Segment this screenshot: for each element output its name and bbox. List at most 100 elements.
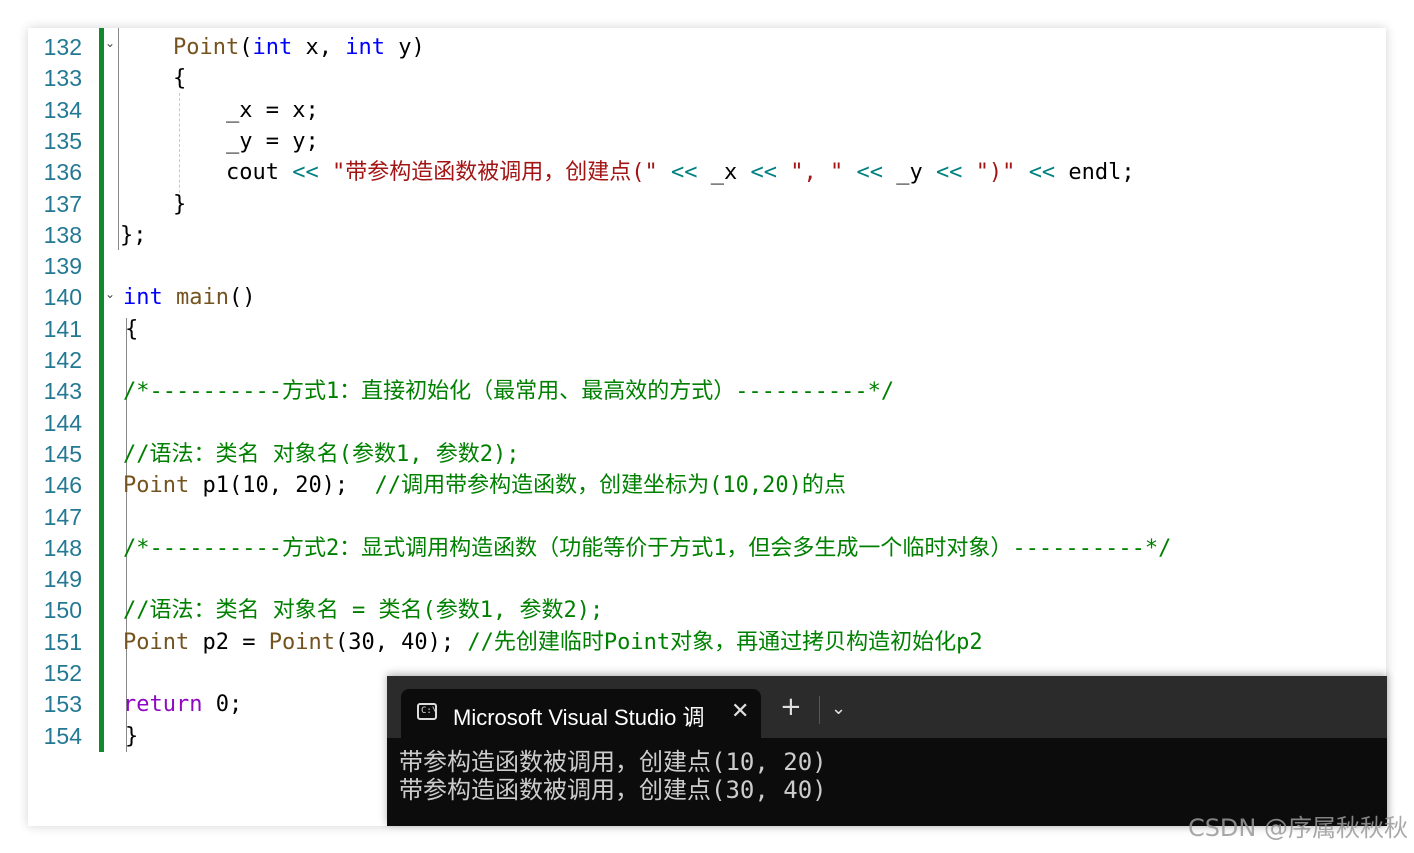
code-text: } <box>173 189 186 220</box>
code-token: << <box>292 160 319 186</box>
code-line[interactable]: 149 <box>28 564 1386 595</box>
watermark: CSDN @序属秋秋秋 <box>1187 814 1408 842</box>
code-text: /*----------方式2：显式调用构造函数（功能等价于方式1，但会多生成一… <box>123 533 1171 564</box>
code-line[interactable]: 137} <box>28 189 1386 220</box>
line-number: 145 <box>43 440 82 467</box>
code-line[interactable]: 134 _x = x; <box>28 95 1386 126</box>
line-number: 136 <box>43 159 82 186</box>
new-tab-icon[interactable]: + <box>780 694 802 720</box>
line-number: 142 <box>43 347 82 373</box>
code-token: y) <box>384 35 425 60</box>
code-token: ( <box>239 35 253 60</box>
code-token: int <box>345 35 385 60</box>
code-line[interactable]: 141 { <box>28 314 1386 345</box>
line-number: 141 <box>43 315 82 342</box>
code-token: << <box>856 160 883 186</box>
code-token: << <box>750 160 777 186</box>
code-token: () <box>228 285 256 311</box>
line-number: 132 <box>43 34 82 60</box>
code-line[interactable]: 146 Point p1(10, 20); //调用带参构造函数，创建坐标为(10… <box>28 470 1386 501</box>
code-line[interactable]: 147 <box>28 502 1386 533</box>
console-tab[interactable]: C:\ Microsoft Visual Studio 调 ✕ <box>401 689 761 738</box>
line-number: 143 <box>43 378 82 405</box>
code-token: (30, 40); <box>334 629 468 655</box>
chevron-down-icon[interactable]: ⌄ <box>831 698 846 719</box>
code-line[interactable]: 133 { <box>28 63 1386 94</box>
code-line[interactable]: 139 <box>28 251 1386 282</box>
code-token: } <box>125 723 139 749</box>
code-token: //先创建临时Point对象，再通过拷贝构造初始化p2 <box>467 629 983 655</box>
code-token: Point <box>173 35 240 60</box>
code-token: x, <box>292 35 346 60</box>
code-line[interactable]: 132 Point(int x, int y) <box>28 32 1386 63</box>
console-output-line: 带参构造函数被调用，创建点(10, 20) <box>399 748 827 776</box>
line-number: 152 <box>43 660 82 686</box>
code-text: _x = x; <box>226 95 319 126</box>
code-token: { <box>173 66 187 92</box>
debug-console-window[interactable]: C:\ Microsoft Visual Studio 调 ✕ + ⌄ 带参构造… <box>387 676 1387 826</box>
code-line[interactable]: 135 _y = y; <box>28 126 1386 157</box>
code-token: _x <box>697 160 751 186</box>
code-text: _y = y; <box>226 126 319 157</box>
code-token: }; <box>120 222 147 248</box>
code-line[interactable]: 143 /*----------方式1：直接初始化（最常用、最高效的方式）----… <box>28 376 1386 407</box>
code-text: }; <box>120 220 147 251</box>
code-line[interactable]: 145 //语法：类名 对象名(参数1, 参数2); <box>28 439 1386 470</box>
close-icon[interactable]: ✕ <box>731 699 749 724</box>
code-token: ")" <box>975 160 1016 186</box>
terminal-icon: C:\ <box>417 703 437 720</box>
code-text: //语法：类名 对象名(参数1, 参数2); <box>123 439 519 470</box>
code-text: Point p1(10, 20); //调用带参构造函数，创建坐标为(10,20… <box>123 470 846 501</box>
code-line[interactable]: 138}; <box>28 220 1386 251</box>
code-line[interactable]: 136 cout << "带参构造函数被调用，创建点(" << _x << ", … <box>28 157 1386 188</box>
code-token: << <box>1028 160 1056 186</box>
code-token: _y = y; <box>226 128 319 154</box>
console-tab-bar: C:\ Microsoft Visual Studio 调 ✕ + ⌄ <box>387 676 1387 738</box>
code-token: { <box>125 316 139 342</box>
code-token: cout <box>226 160 293 186</box>
line-number: 151 <box>43 628 82 655</box>
tab-separator <box>819 696 820 724</box>
line-number: 140 <box>43 284 82 311</box>
code-token: } <box>173 191 187 217</box>
line-number: 135 <box>43 127 82 154</box>
code-line[interactable]: 151 Point p2 = Point(30, 40); //先创建临时Poin… <box>28 627 1386 658</box>
code-token: Point <box>268 629 335 655</box>
code-text: { <box>125 314 138 345</box>
line-number: 137 <box>43 190 82 217</box>
code-token: 0; <box>202 692 243 718</box>
code-token: "带参构造函数被调用，创建点(" <box>331 160 658 186</box>
code-line[interactable]: 140 int main() <box>28 282 1386 313</box>
code-token: return <box>123 692 203 718</box>
code-line[interactable]: 144 <box>28 408 1386 439</box>
code-token: /*----------方式2：显式调用构造函数（功能等价于方式1，但会多生成一… <box>123 535 1172 561</box>
code-text: } <box>125 721 138 752</box>
code-token: //语法：类名 对象名(参数1, 参数2); <box>123 441 520 467</box>
line-number: 153 <box>43 691 82 718</box>
console-tab-title: Microsoft Visual Studio 调 <box>453 705 705 730</box>
code-token: p2 = <box>189 629 269 655</box>
code-text: { <box>173 63 186 94</box>
line-number: 139 <box>43 253 82 280</box>
code-token: << <box>935 160 963 186</box>
code-token: ", " <box>790 160 844 186</box>
code-line[interactable]: 150 //语法：类名 对象名 = 类名(参数1, 参数2); <box>28 595 1386 626</box>
code-token: Point <box>123 473 190 499</box>
line-number: 138 <box>43 221 82 248</box>
line-number: 154 <box>43 722 82 749</box>
line-number: 149 <box>43 566 82 593</box>
line-number: 148 <box>43 534 82 561</box>
code-line[interactable]: 142 <box>28 345 1386 376</box>
code-text: cout << "带参构造函数被调用，创建点(" << _x << ", " <… <box>226 157 1135 188</box>
code-token: //调用带参构造函数，创建坐标为(10,20)的点 <box>374 473 846 499</box>
line-number: 147 <box>43 503 82 530</box>
code-line[interactable]: 148 /*----------方式2：显式调用构造函数（功能等价于方式1，但会多… <box>28 533 1386 564</box>
code-text: //语法：类名 对象名 = 类名(参数1, 参数2); <box>123 595 603 626</box>
